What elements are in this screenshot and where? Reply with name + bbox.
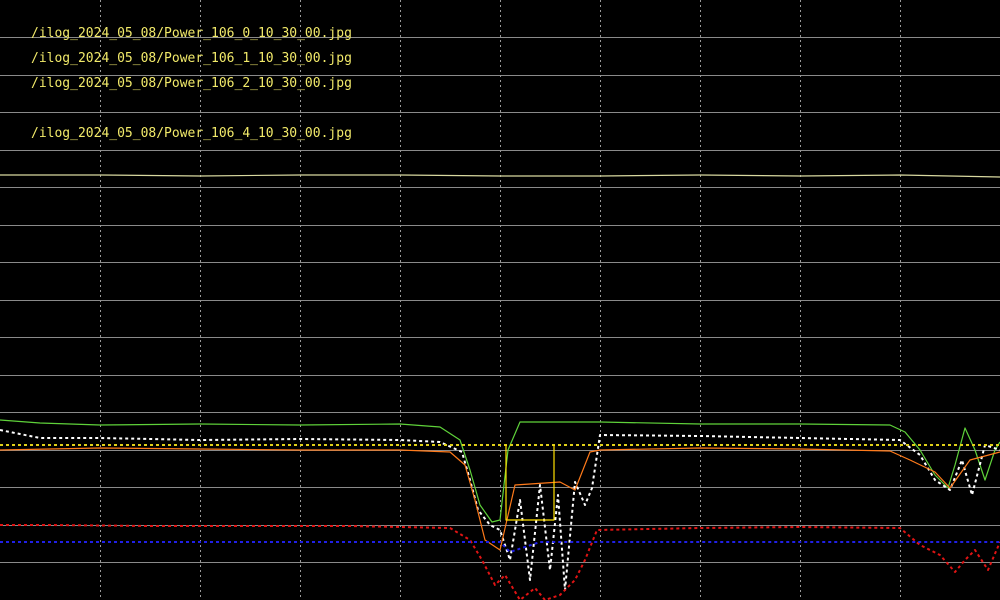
file-label-1: /ilog_2024_05_08/Power_106_1_10_30_00.jp… [31,51,352,66]
file-label-4: /ilog_2024_05_08/Power_106_4_10_30_00.jp… [31,126,352,141]
file-label-0: /ilog_2024_05_08/Power_106_0_10_30_00.jp… [31,26,352,41]
series-line-4 [0,447,1000,551]
file-label-2: /ilog_2024_05_08/Power_106_2_10_30_00.jp… [31,76,352,91]
